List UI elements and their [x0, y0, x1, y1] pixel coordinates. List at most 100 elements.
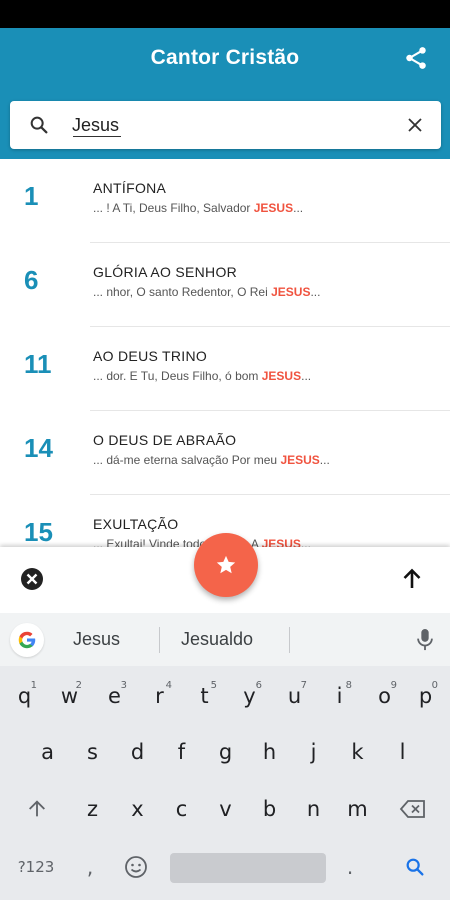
key-i[interactable]: i8	[317, 672, 362, 720]
key-p[interactable]: p0	[403, 672, 448, 720]
key-v[interactable]: v	[203, 785, 248, 833]
favorite-fab-button[interactable]	[194, 533, 258, 597]
snippet-match: JESUS	[253, 201, 294, 215]
key-g[interactable]: g	[203, 728, 248, 776]
suggestion-2[interactable]: Jesualdo	[181, 629, 253, 650]
snippet-text: ... dor. E Tu, Deus Filho, ó bom	[93, 369, 262, 383]
app-title: Cantor Cristão	[150, 46, 300, 69]
key-e-label: e	[108, 684, 121, 708]
key-q-label: q	[17, 684, 32, 708]
key-a[interactable]: a	[25, 728, 70, 776]
key-j[interactable]: j	[291, 728, 336, 776]
key-w[interactable]: w2	[47, 672, 92, 720]
search-icon	[406, 858, 424, 876]
key-b[interactable]: b	[247, 785, 292, 833]
key-h[interactable]: h	[247, 728, 292, 776]
hymn-title: AO DEUS TRINO	[93, 348, 208, 364]
snippet-ellipsis: ...	[293, 201, 304, 215]
key-o-label: o	[378, 684, 391, 708]
hymn-snippet: ... nhor, O santo Redentor, O Rei JESUS.…	[93, 285, 320, 299]
snippet-ellipsis: ...	[310, 285, 321, 299]
symbols-key[interactable]: ?123	[6, 843, 66, 891]
hymn-number: 11	[24, 349, 52, 379]
key-o-hint: 9	[390, 680, 397, 691]
snippet-match: JESUS	[271, 285, 311, 299]
results-list: 1 ANTÍFONA ... ! A Ti, Deus Filho, Salva…	[0, 159, 450, 547]
snippet-ellipsis: ...	[301, 369, 312, 383]
suggestion-divider	[289, 627, 290, 653]
shift-key[interactable]	[12, 785, 62, 833]
hymn-title: O DEUS DE ABRAÃO	[93, 432, 237, 448]
suggestion-strip: Jesus Jesualdo	[0, 613, 450, 666]
backspace-icon	[399, 800, 425, 818]
hymn-snippet: ... ! A Ti, Deus Filho, Salvador JESUS..…	[93, 201, 303, 215]
list-item[interactable]: 11 AO DEUS TRINO ... dor. E Tu, Deus Fil…	[0, 327, 450, 411]
comma-key[interactable]: ,	[70, 843, 110, 891]
key-y[interactable]: y6	[227, 672, 272, 720]
emoji-key[interactable]	[113, 843, 159, 891]
app-bar: Cantor Cristão	[0, 28, 450, 159]
search-icon	[30, 116, 48, 134]
key-u-hint: 7	[300, 680, 307, 691]
arrow-up-icon[interactable]	[400, 567, 424, 591]
key-c[interactable]: c	[159, 785, 204, 833]
hymn-title: EXULTAÇÃO	[93, 516, 179, 532]
list-item[interactable]: 14 O DEUS DE ABRAÃO ... dá-me eterna sal…	[0, 411, 450, 495]
key-n[interactable]: n	[291, 785, 336, 833]
list-item[interactable]: 1 ANTÍFONA ... ! A Ti, Deus Filho, Salva…	[0, 159, 450, 243]
search-action-key[interactable]	[390, 843, 440, 891]
key-m[interactable]: m	[335, 785, 380, 833]
clear-search-button[interactable]	[403, 113, 427, 137]
key-e[interactable]: e3	[92, 672, 137, 720]
key-t[interactable]: t5	[182, 672, 227, 720]
key-p-label: p	[418, 684, 433, 708]
hymn-number: 14	[24, 433, 53, 463]
key-u-label: u	[287, 684, 302, 708]
google-logo-icon[interactable]	[10, 623, 44, 657]
status-bar	[0, 0, 450, 28]
key-s[interactable]: s	[70, 728, 115, 776]
hymn-number: 1	[24, 181, 39, 211]
emoji-icon	[125, 856, 147, 878]
list-item[interactable]: 6 GLÓRIA AO SENHOR ... nhor, O santo Red…	[0, 243, 450, 327]
key-d[interactable]: d	[115, 728, 160, 776]
key-w-hint: 2	[75, 680, 82, 691]
search-box[interactable]	[10, 101, 441, 149]
hymn-title: ANTÍFONA	[93, 180, 167, 196]
key-o[interactable]: o9	[362, 672, 407, 720]
star-icon	[216, 555, 236, 574]
snippet-match: JESUS	[261, 369, 302, 383]
snippet-match: JESUS	[280, 453, 320, 467]
snippet-ellipsis: ...	[319, 453, 330, 467]
hymn-title: GLÓRIA AO SENHOR	[93, 264, 238, 280]
key-l[interactable]: l	[380, 728, 425, 776]
key-k[interactable]: k	[335, 728, 380, 776]
snippet-text: ... ! A Ti, Deus Filho, Salvador	[93, 201, 254, 215]
key-f[interactable]: f	[159, 728, 204, 776]
key-z[interactable]: z	[70, 785, 115, 833]
search-text-underline	[73, 136, 121, 137]
key-x[interactable]: x	[115, 785, 160, 833]
key-r-label: r	[155, 684, 164, 708]
period-key[interactable]: .	[330, 843, 370, 891]
close-circle-icon[interactable]	[20, 567, 44, 591]
key-q[interactable]: q1	[2, 672, 47, 720]
snippet-text: ... nhor, O santo Redentor, O Rei	[93, 285, 272, 299]
space-bar[interactable]	[170, 853, 326, 883]
hymn-number: 15	[24, 517, 53, 547]
snippet-text: ... dá-me eterna salvação Por meu	[93, 453, 281, 467]
key-u[interactable]: u7	[272, 672, 317, 720]
snippet-ellipsis: ...	[300, 537, 311, 547]
snippet-match: JESUS	[261, 537, 301, 547]
close-icon	[408, 118, 422, 132]
key-t-hint: 5	[210, 680, 217, 691]
key-y-label: y	[243, 684, 256, 708]
key-i-hint: 8	[345, 680, 352, 691]
key-p-hint: 0	[431, 680, 438, 691]
mic-icon[interactable]	[414, 627, 436, 653]
keyboard: Jesus Jesualdo q1 w2 e3 r4 t5 y6 u7 i8 o…	[0, 613, 450, 900]
key-r[interactable]: r4	[137, 672, 182, 720]
backspace-key[interactable]	[388, 785, 438, 833]
share-button[interactable]	[400, 42, 432, 74]
suggestion-1[interactable]: Jesus	[73, 629, 120, 650]
